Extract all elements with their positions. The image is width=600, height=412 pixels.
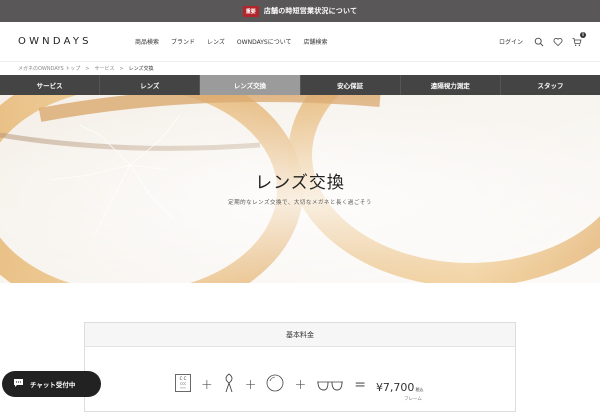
breadcrumb: メガネのOWNDAYS トップ > サービス > レンズ交換 [0,62,600,75]
glasses-frame-icon [316,376,344,395]
eye-test-chart-icon: C C CCC CCCC [175,374,191,396]
tab-service[interactable]: サービス [0,75,101,95]
cart-icon[interactable]: 0 [572,31,586,47]
chat-bubble-icon [13,378,24,390]
fee-price: ¥7,700 [375,380,415,394]
svg-text:CCCC: CCCC [180,388,186,390]
plus-sign: + [244,377,257,393]
breadcrumb-separator: > [119,65,124,72]
nav-item-store-search[interactable]: 店舗検索 [304,37,328,46]
tab-remote-eye-test[interactable]: 遠隔視力測定 [401,75,501,95]
site-logo[interactable]: OWNDAYS [18,36,118,47]
chat-label: チャット受付中 [30,381,76,389]
site-header: OWNDAYS 商品検索 ブランド レンズ OWNDAYSについて 店舗検索 ロ… [0,22,600,62]
fee-price-wrap: ¥7,700税込 [376,376,424,395]
lens-icon [266,374,284,396]
page-subtitle: 定期的なレンズ交換で、大切なメガネと長く過ごそう [228,200,372,206]
chat-button[interactable]: チャット受付中 [2,371,101,397]
nav-item-lens[interactable]: レンズ [207,37,225,46]
svg-text:C C: C C [180,376,187,381]
login-link[interactable]: ログイン [499,37,523,46]
notice-bar[interactable]: 重要 店舗の時短営業状況について [0,0,600,22]
tab-lens-exchange[interactable]: レンズ交換 [200,75,301,95]
heart-icon[interactable] [553,37,563,47]
breadcrumb-current: レンズ交換 [128,66,154,72]
nav-item-about[interactable]: OWNDAYSについて [237,37,292,46]
notice-link[interactable]: 店舗の時短営業状況について [264,6,357,16]
nav-item-brand[interactable]: ブランド [171,37,195,46]
search-icon[interactable] [534,37,544,47]
tax-label: 税込 [415,386,424,392]
fee-formula: C C CCC CCCC + + + = ¥7,700税込 [175,373,423,397]
fee-heading: 基本料金 [85,323,515,347]
cart-count-badge: 0 [580,31,586,38]
nav-item-product-search[interactable]: 商品検索 [135,37,159,46]
tool-icon [223,373,235,397]
plus-sign: + [294,377,307,393]
page-title: レンズ交換 [255,173,345,193]
breadcrumb-service[interactable]: サービス [94,65,114,72]
basic-fee-box: 基本料金 C C CCC CCCC + + + = ¥7,700税込 フレーム [84,322,516,412]
header-actions: ログイン 0 [499,31,586,47]
breadcrumb-separator: > [85,65,90,72]
important-badge: 重要 [242,5,259,17]
equals-sign: = [354,377,366,393]
tab-staff[interactable]: スタッフ [501,75,600,95]
breadcrumb-top[interactable]: メガネのOWNDAYS トップ [18,65,80,72]
svg-text:CCC: CCC [180,382,186,386]
global-nav: 商品検索 ブランド レンズ OWNDAYSについて 店舗検索 [135,37,328,46]
frame-label: フレーム [404,397,422,402]
plus-sign: + [201,377,213,393]
tab-lens[interactable]: レンズ [100,75,201,95]
tab-warranty[interactable]: 安心保証 [301,75,401,95]
service-tabs: サービス レンズ レンズ交換 安心保証 遠隔視力測定 スタッフ [0,75,600,95]
hero-banner: レンズ交換 定期的なレンズ交換で、大切なメガネと長く過ごそう [0,95,600,283]
